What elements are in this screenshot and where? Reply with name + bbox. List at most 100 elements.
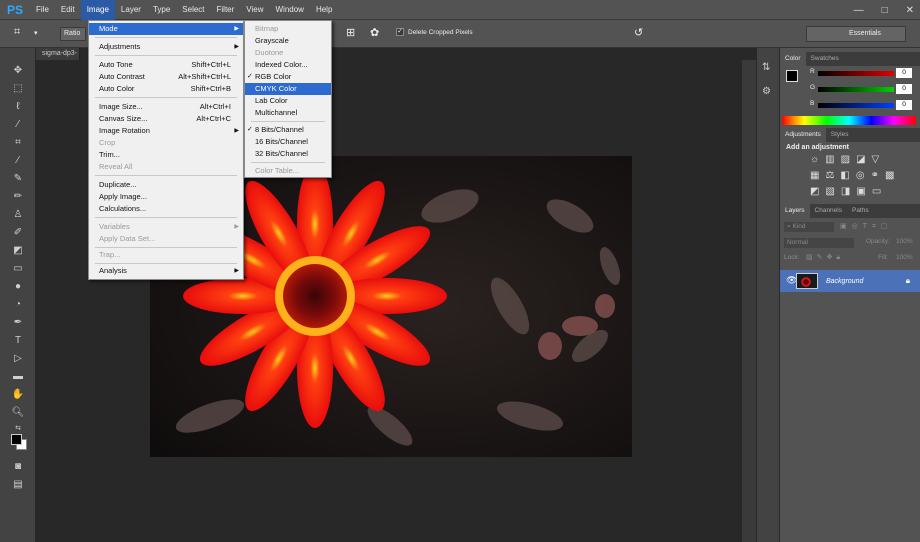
reset-icon[interactable]: ↺: [634, 26, 643, 39]
clone-stamp-tool-icon[interactable]: ♙: [10, 208, 26, 222]
blue-value[interactable]: 0: [896, 100, 912, 110]
properties-panel-icon[interactable]: ⚙: [762, 86, 771, 97]
workspace-select[interactable]: Essentials: [806, 26, 906, 42]
threshold-icon[interactable]: ◨: [841, 186, 850, 197]
blue-slider[interactable]: B 0: [790, 100, 914, 112]
zoom-tool-icon[interactable]: 🔍︎: [10, 406, 26, 420]
overlay-grid-icon[interactable]: ⊞: [346, 26, 355, 39]
quick-select-tool-icon[interactable]: ⁄: [10, 118, 26, 132]
black-white-icon[interactable]: ◧: [840, 170, 849, 181]
healing-brush-tool-icon[interactable]: ✎: [10, 172, 26, 186]
rectangle-tool-icon[interactable]: ▬: [10, 370, 26, 384]
menu-item-analysis[interactable]: Analysis ▶: [89, 265, 243, 277]
exposure-icon[interactable]: ◪: [856, 154, 865, 165]
checkbox-icon[interactable]: ✓: [396, 28, 404, 36]
tab-layers[interactable]: Layers: [780, 204, 810, 218]
crop-tool-icon[interactable]: ⌗: [10, 136, 26, 150]
color-lookup-icon[interactable]: ▩: [885, 170, 894, 181]
curves-icon[interactable]: ▨: [841, 154, 850, 165]
selective-color-icon[interactable]: ▣: [856, 186, 865, 197]
tab-swatches[interactable]: Swatches: [806, 52, 844, 66]
lasso-tool-icon[interactable]: ℓ: [10, 100, 26, 114]
red-slider[interactable]: R 0: [790, 68, 914, 80]
type-tool-icon[interactable]: T: [10, 334, 26, 348]
hand-tool-icon[interactable]: ✋: [10, 388, 26, 402]
mode-item-32-bits[interactable]: 32 Bits/Channel: [245, 148, 331, 160]
mode-item-cmyk-color[interactable]: CMYK Color: [245, 83, 331, 95]
preset-dropdown-icon[interactable]: ▾: [34, 29, 38, 37]
tab-styles[interactable]: Styles: [826, 128, 854, 142]
eyedropper-tool-icon[interactable]: ⁄: [10, 154, 26, 168]
green-gradient[interactable]: [818, 87, 894, 92]
menu-item-image-size[interactable]: Image Size... Alt+Ctrl+I: [89, 101, 243, 113]
foreground-color-swatch[interactable]: [11, 434, 22, 445]
menu-item-image-rotation[interactable]: Image Rotation ▶: [89, 125, 243, 137]
photo-filter-icon[interactable]: ◎: [856, 170, 865, 181]
menu-item-auto-contrast[interactable]: Auto Contrast Alt+Shift+Ctrl+L: [89, 71, 243, 83]
mode-item-rgb-color[interactable]: ✓ RGB Color: [245, 71, 331, 83]
blur-tool-icon[interactable]: ●: [10, 280, 26, 294]
marquee-tool-icon[interactable]: ⬚: [10, 82, 26, 96]
brightness-icon[interactable]: ☼: [810, 154, 819, 165]
layer-filter-icons[interactable]: ▣◎T⌗▢: [840, 222, 893, 231]
menu-image[interactable]: Image: [80, 0, 115, 20]
settings-gear-icon[interactable]: ✿: [370, 26, 379, 39]
mode-item-lab-color[interactable]: Lab Color: [245, 95, 331, 107]
menu-item-auto-tone[interactable]: Auto Tone Shift+Ctrl+L: [89, 59, 243, 71]
mode-item-multichannel[interactable]: Multichannel: [245, 107, 331, 119]
color-spectrum-ramp[interactable]: [782, 116, 916, 125]
tab-adjustments[interactable]: Adjustments: [780, 128, 826, 142]
ratio-select[interactable]: Ratio: [60, 27, 86, 41]
gradient-map-icon[interactable]: ▭: [872, 186, 881, 197]
vibrance-icon[interactable]: ▽: [872, 154, 880, 165]
screen-mode-icon[interactable]: ▤: [10, 478, 26, 492]
move-tool-icon[interactable]: ✥: [10, 64, 26, 78]
delete-cropped-checkbox[interactable]: ✓ Delete Cropped Pixels: [396, 28, 473, 36]
blue-gradient[interactable]: [818, 103, 894, 108]
menu-item-adjustments[interactable]: Adjustments ▶: [89, 41, 243, 53]
maximize-button[interactable]: □: [882, 5, 888, 16]
fill-value[interactable]: 100%: [896, 254, 913, 261]
brush-tool-icon[interactable]: ✏: [10, 190, 26, 204]
menu-item-mode[interactable]: Mode ▶: [89, 23, 243, 35]
menu-item-trim[interactable]: Trim...: [89, 149, 243, 161]
path-selection-tool-icon[interactable]: ▷: [10, 352, 26, 366]
crop-tool-preset-icon[interactable]: ⌗: [14, 26, 20, 39]
channel-mixer-icon[interactable]: ⚭: [871, 170, 879, 181]
close-button[interactable]: ✕: [906, 5, 914, 16]
menu-item-duplicate[interactable]: Duplicate...: [89, 179, 243, 191]
menu-item-calculations[interactable]: Calculations...: [89, 203, 243, 215]
levels-icon[interactable]: ▥: [825, 154, 834, 165]
gradient-tool-icon[interactable]: ▭: [10, 262, 26, 276]
document-tab[interactable]: sigma-dp3-: [36, 48, 80, 60]
menu-item-auto-color[interactable]: Auto Color Shift+Ctrl+B: [89, 83, 243, 95]
color-balance-icon[interactable]: ⚖: [825, 170, 834, 181]
minimize-button[interactable]: —: [854, 5, 864, 16]
menu-view[interactable]: View: [240, 0, 269, 20]
red-value[interactable]: 0: [896, 68, 912, 78]
menu-help[interactable]: Help: [310, 0, 338, 20]
green-slider[interactable]: G 0: [790, 84, 914, 96]
menu-file[interactable]: File: [30, 0, 55, 20]
menu-filter[interactable]: Filter: [211, 0, 241, 20]
menu-item-apply-image[interactable]: Apply Image...: [89, 191, 243, 203]
mode-item-16-bits[interactable]: 16 Bits/Channel: [245, 136, 331, 148]
layer-name[interactable]: Background: [826, 278, 863, 285]
quick-mask-icon[interactable]: ◙: [10, 460, 26, 474]
red-gradient[interactable]: [818, 71, 894, 76]
lock-icons[interactable]: ▨✎✥🔒︎: [806, 253, 844, 262]
mode-item-indexed-color[interactable]: Indexed Color...: [245, 59, 331, 71]
menu-window[interactable]: Window: [270, 0, 310, 20]
mode-item-grayscale[interactable]: Grayscale: [245, 35, 331, 47]
pen-tool-icon[interactable]: ✒: [10, 316, 26, 330]
green-value[interactable]: 0: [896, 84, 912, 94]
hue-saturation-icon[interactable]: ▦: [810, 170, 819, 181]
invert-icon[interactable]: ◩: [810, 186, 819, 197]
layer-row-background[interactable]: 👁︎ Background 🔒︎: [780, 270, 920, 292]
history-panel-icon[interactable]: ⇅: [762, 62, 770, 73]
tab-color[interactable]: Color: [780, 52, 806, 66]
dodge-tool-icon[interactable]: ◔: [10, 298, 26, 312]
blend-mode-select[interactable]: Normal: [784, 238, 854, 248]
eraser-tool-icon[interactable]: ◩: [10, 244, 26, 258]
menu-select[interactable]: Select: [176, 0, 210, 20]
